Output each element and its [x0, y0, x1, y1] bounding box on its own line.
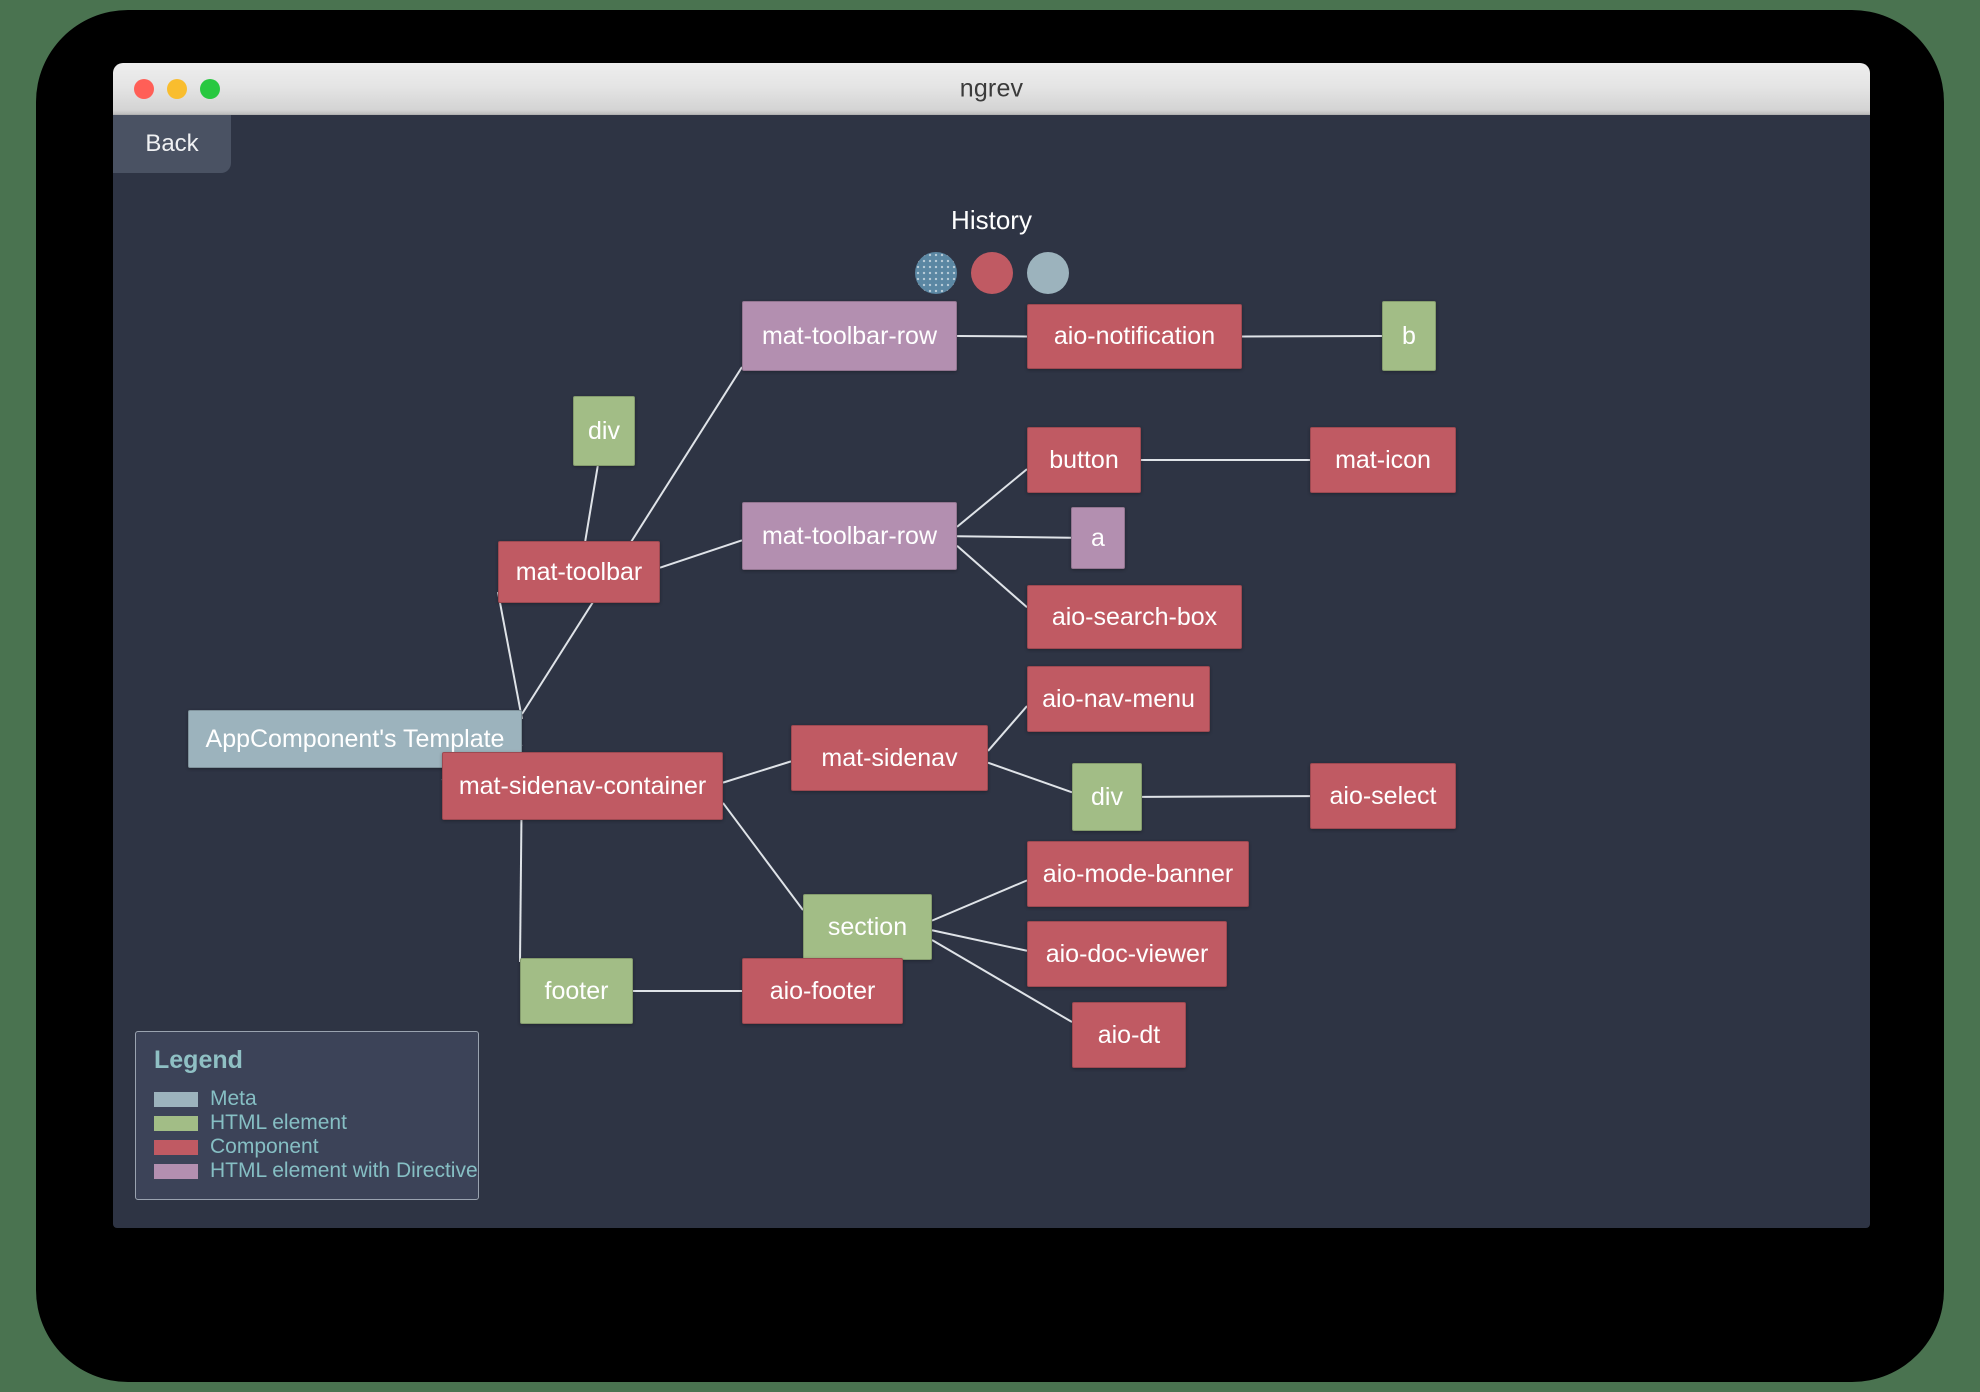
back-button[interactable]: Back	[113, 115, 231, 173]
graph-node-aio-select[interactable]: aio-select	[1310, 763, 1456, 829]
legend-rows: Meta HTML element Component HTML element wi…	[154, 1087, 478, 1183]
history-dot-3[interactable]	[1026, 252, 1069, 294]
legend-label-directive: HTML element with Directive	[210, 1159, 478, 1182]
graph-node-div-sidenav[interactable]: div	[1072, 763, 1142, 831]
graph-node-aio-dt[interactable]: aio-dt	[1072, 1002, 1186, 1068]
history-dot-list	[113, 252, 1870, 294]
graph-edge-section-to-aio-mode-banner	[931, 879, 1028, 922]
graph-node-label: mat-icon	[1335, 445, 1431, 474]
legend-swatch-meta	[154, 1091, 198, 1107]
graph-node-aio-mode-banner[interactable]: aio-mode-banner	[1027, 841, 1249, 907]
graph-node-label: aio-mode-banner	[1042, 859, 1234, 888]
graph-node-label: section	[827, 912, 908, 941]
history-title: History	[951, 205, 1032, 235]
graph-node-label: mat-toolbar-row	[761, 321, 938, 350]
legend-label-html: HTML element	[210, 1111, 347, 1134]
graph-node-label: button	[1049, 445, 1119, 474]
graph-node-aio-doc-viewer[interactable]: aio-doc-viewer	[1027, 921, 1227, 987]
graph-node-aio-nav-menu[interactable]: aio-nav-menu	[1027, 666, 1210, 732]
graph-node-label: aio-notification	[1053, 322, 1216, 350]
graph-node-label: div	[1091, 782, 1123, 811]
graph-node-node-a[interactable]: a	[1071, 507, 1125, 569]
legend-title: Legend	[154, 1046, 243, 1074]
graph-edge-mat-toolbar-row-2-to-button	[956, 468, 1028, 528]
graph-node-footer[interactable]: footer	[520, 958, 633, 1024]
history-panel: History	[113, 205, 1870, 294]
legend-label-component: Component	[210, 1135, 319, 1158]
application-window: ngrev Back History AppComponent's Templa…	[113, 63, 1870, 1228]
graph-node-label: div	[588, 416, 620, 445]
graph-canvas[interactable]: Back History AppComponent's Template mat-…	[113, 115, 1870, 1228]
graph-node-label: b	[1402, 321, 1416, 350]
history-dot-2[interactable]	[970, 252, 1013, 294]
graph-node-mat-sidenav-container[interactable]: mat-sidenav-container	[442, 752, 723, 820]
graph-node-section[interactable]: section	[803, 894, 932, 960]
legend-item-meta: Meta	[154, 1087, 460, 1111]
graph-node-label: aio-search-box	[1051, 602, 1218, 631]
graph-edge-mat-sidenav-container-to-mat-sidenav	[722, 760, 792, 784]
graph-edge-mat-sidenav-to-aio-nav-menu	[987, 705, 1028, 752]
graph-edge-div-sidenav-to-aio-select	[1141, 795, 1311, 798]
legend-swatch-directive	[154, 1163, 198, 1179]
graph-edge-mat-toolbar-to-div-toolbar	[584, 465, 599, 542]
graph-edge-mat-sidenav-container-to-section	[722, 802, 804, 911]
graph-node-mat-icon[interactable]: mat-icon	[1310, 427, 1456, 493]
graph-node-label: aio-doc-viewer	[1045, 939, 1209, 968]
graph-node-label: AppComponent's Template	[205, 724, 505, 753]
graph-node-label: footer	[544, 976, 609, 1005]
legend-swatch-html	[154, 1115, 198, 1131]
graph-node-aio-footer[interactable]: aio-footer	[742, 958, 903, 1024]
window-titlebar: ngrev	[113, 63, 1870, 115]
legend-item-component: Component	[154, 1135, 460, 1159]
legend-swatch-component	[154, 1139, 198, 1155]
graph-node-mat-toolbar-row-1[interactable]: mat-toolbar-row	[742, 301, 957, 371]
graph-node-label: aio-footer	[769, 976, 876, 1005]
graph-node-label: aio-nav-menu	[1042, 684, 1195, 713]
history-dot-1[interactable]	[914, 252, 957, 294]
graph-edge-mat-toolbar-to-mat-toolbar-row-2	[659, 539, 743, 569]
graph-edge-section-to-aio-doc-viewer	[931, 929, 1028, 952]
graph-node-label: aio-dt	[1097, 1020, 1161, 1049]
graph-node-label: mat-sidenav-container	[458, 771, 707, 800]
graph-node-mat-sidenav[interactable]: mat-sidenav	[791, 725, 988, 791]
graph-node-mat-toolbar[interactable]: mat-toolbar	[498, 541, 660, 603]
legend-panel: Legend Meta HTML element Component HTML ele…	[135, 1031, 479, 1200]
graph-node-label: a	[1091, 523, 1105, 552]
graph-node-button[interactable]: button	[1027, 427, 1141, 493]
graph-edge-mat-toolbar-row-2-to-aio-search-box	[956, 544, 1028, 609]
graph-edge-mat-toolbar-row-2-to-node-a	[956, 535, 1072, 539]
legend-label-meta: Meta	[210, 1087, 257, 1110]
graph-node-label: mat-toolbar	[515, 557, 643, 586]
graph-node-div-toolbar[interactable]: div	[573, 396, 635, 466]
graph-node-aio-notification[interactable]: aio-notification	[1027, 304, 1242, 369]
graph-edge-app-template-to-mat-toolbar	[497, 591, 523, 720]
graph-node-label: mat-toolbar-row	[761, 521, 938, 550]
graph-node-node-b[interactable]: b	[1382, 301, 1436, 371]
window-title: ngrev	[959, 74, 1024, 102]
graph-node-label: aio-select	[1329, 781, 1437, 810]
graph-node-label: mat-sidenav	[821, 743, 958, 772]
graph-node-aio-search-box[interactable]: aio-search-box	[1027, 585, 1242, 649]
legend-item-directive: HTML element with Directive	[154, 1159, 478, 1183]
graph-edge-mat-sidenav-to-div-sidenav	[987, 761, 1073, 794]
graph-node-mat-toolbar-row-2[interactable]: mat-toolbar-row	[742, 502, 957, 570]
legend-item-html: HTML element	[154, 1111, 460, 1135]
